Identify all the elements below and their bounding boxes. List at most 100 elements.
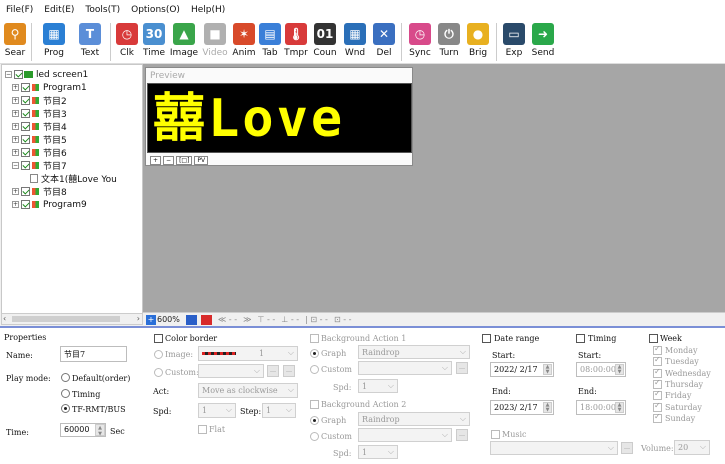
- volume-dropdown[interactable]: 20: [674, 440, 710, 455]
- bg2-graph-dropdown[interactable]: Raindrop: [358, 412, 470, 426]
- end-time-spinner-icon[interactable]: ▲ ▼: [615, 402, 624, 413]
- end-time-input[interactable]: 18:00:00 ▲ ▼: [576, 400, 626, 415]
- collapse-icon[interactable]: −: [5, 71, 12, 78]
- expand-icon[interactable]: +: [12, 110, 19, 117]
- start-date-input[interactable]: 2022/ 2/17 ▲ ▼: [490, 362, 554, 377]
- align-right-icon[interactable]: ≫: [243, 315, 251, 324]
- bg1-browse-button[interactable]: …: [456, 362, 468, 374]
- act-dropdown[interactable]: Move as clockwise: [198, 383, 298, 398]
- toolbar-image-button[interactable]: ▲ Image: [168, 20, 200, 64]
- tree-item[interactable]: + 节目6: [12, 146, 67, 159]
- music-browse-button[interactable]: …: [621, 442, 633, 454]
- fit-button[interactable]: [□]: [176, 156, 193, 165]
- toolbar-brig-button[interactable]: ● Brig: [463, 20, 493, 64]
- checkbox[interactable]: [21, 109, 30, 118]
- height-icon[interactable]: ⊡ - -: [334, 315, 352, 324]
- day-checkbox-friday[interactable]: [653, 389, 662, 401]
- play-icon[interactable]: [200, 314, 212, 325]
- radio-default-order[interactable]: [61, 373, 70, 382]
- tree-item[interactable]: + Program9: [12, 198, 87, 211]
- custom-input[interactable]: [198, 364, 264, 378]
- start-date-spinner-icon[interactable]: ▲ ▼: [543, 364, 552, 375]
- radio-bg1-custom[interactable]: [310, 365, 319, 374]
- align-left-icon[interactable]: ≪ - -: [218, 315, 237, 324]
- radio-image[interactable]: [154, 350, 163, 359]
- pv-button[interactable]: PV: [194, 156, 209, 165]
- end-date-spinner-icon[interactable]: ▲ ▼: [543, 402, 552, 413]
- name-input[interactable]: 节目7: [60, 346, 127, 362]
- music-file-input[interactable]: [490, 441, 618, 455]
- checkbox[interactable]: [21, 135, 30, 144]
- toolbar-sync-button[interactable]: ◷ Sync: [405, 20, 435, 64]
- end-date-input[interactable]: 2023/ 2/17 ▲ ▼: [490, 400, 554, 415]
- toolbar-anim-button[interactable]: ✶ Anim: [230, 20, 258, 64]
- toolbar-clk-button[interactable]: ◷ Clk: [114, 20, 140, 64]
- tree-item[interactable]: + 节目4: [12, 120, 67, 133]
- toolbar-video-button[interactable]: ■ Video: [200, 20, 230, 64]
- radio-timing[interactable]: [61, 389, 70, 398]
- tree-item[interactable]: + 节目8: [12, 185, 67, 198]
- start-time-input[interactable]: 08:00:00 ▲ ▼: [576, 362, 626, 377]
- tree-item[interactable]: + 节目3: [12, 107, 67, 120]
- checkbox[interactable]: [21, 83, 30, 92]
- image-dropdown[interactable]: 1: [198, 346, 298, 361]
- checkbox[interactable]: [21, 148, 30, 157]
- expand-icon[interactable]: +: [12, 188, 19, 195]
- zoom-out-button[interactable]: −: [163, 156, 175, 165]
- toolbar-tab-button[interactable]: ▤ Tab: [258, 20, 282, 64]
- tree-item[interactable]: + 节目2: [12, 94, 67, 107]
- date-range-checkbox[interactable]: [482, 334, 491, 343]
- tree-item[interactable]: + Program1: [12, 81, 87, 94]
- preview-window[interactable]: Preview 囍Love + − [□] PV: [145, 67, 413, 166]
- day-checkbox-tuesday[interactable]: [653, 355, 662, 367]
- menu-help[interactable]: Help(H): [191, 5, 225, 15]
- toolbar-del-button[interactable]: ✕ Del: [370, 20, 398, 64]
- bg-action1-checkbox[interactable]: [310, 334, 319, 343]
- start-time-spinner-icon[interactable]: ▲ ▼: [615, 364, 624, 375]
- toolbar-time-button[interactable]: 30 Time: [140, 20, 168, 64]
- color-border-checkbox[interactable]: [154, 334, 163, 343]
- align-icon[interactable]: [185, 314, 197, 325]
- day-checkbox-saturday[interactable]: [653, 401, 662, 412]
- checkbox[interactable]: [21, 161, 30, 170]
- menu-edit[interactable]: Edit(E): [44, 5, 74, 15]
- canvas-area[interactable]: Preview 囍Love + − [□] PV: [143, 64, 725, 312]
- align-bottom-icon[interactable]: ⊥ - -: [281, 315, 299, 324]
- radio-custom[interactable]: [154, 368, 163, 377]
- day-checkbox-sunday[interactable]: [653, 412, 662, 423]
- week-checkbox[interactable]: [649, 334, 658, 343]
- collapse-icon[interactable]: −: [12, 162, 19, 169]
- expand-icon[interactable]: +: [12, 201, 19, 208]
- radio-bg2-graph[interactable]: [310, 416, 319, 425]
- checkbox[interactable]: [21, 122, 30, 131]
- time-spinner-icon[interactable]: ▲ ▼: [95, 424, 105, 437]
- zoom-plus-icon[interactable]: +: [146, 314, 156, 325]
- toolbar-tmpr-button[interactable]: 🌡 Tmpr: [282, 20, 310, 64]
- scroll-right-icon[interactable]: ›: [137, 314, 140, 323]
- width-icon[interactable]: | ⊡ - -: [305, 315, 328, 324]
- tree-horizontal-scrollbar[interactable]: ‹ ›: [1, 313, 143, 325]
- toolbar-sear-button[interactable]: ⚲ Sear: [2, 20, 28, 64]
- menu-tools[interactable]: Tools(T): [85, 5, 120, 15]
- scroll-left-icon[interactable]: ‹: [3, 314, 6, 323]
- expand-icon[interactable]: +: [12, 84, 19, 91]
- timing-checkbox[interactable]: [576, 334, 585, 343]
- zoom-in-button[interactable]: +: [150, 156, 162, 165]
- checkbox[interactable]: [14, 70, 23, 79]
- toolbar-coun-button[interactable]: 01 Coun: [310, 20, 340, 64]
- custom-color-button[interactable]: …: [283, 365, 295, 377]
- expand-icon[interactable]: +: [12, 123, 19, 130]
- toolbar-wnd-button[interactable]: ▦ Wnd: [340, 20, 370, 64]
- bg1-spd-dropdown[interactable]: 1: [358, 379, 398, 393]
- toolbar-text-button[interactable]: T Text: [73, 20, 107, 64]
- align-top-icon[interactable]: ⊤ - -: [257, 315, 275, 324]
- day-checkbox-thursday[interactable]: [653, 378, 662, 389]
- radio-bg2-custom[interactable]: [310, 432, 319, 441]
- spd-dropdown[interactable]: 1: [198, 403, 236, 418]
- expand-icon[interactable]: +: [12, 97, 19, 104]
- menu-file[interactable]: File(F): [6, 5, 33, 15]
- expand-icon[interactable]: +: [12, 149, 19, 156]
- day-checkbox-monday[interactable]: [653, 344, 662, 355]
- tree-item[interactable]: + 节目5: [12, 133, 67, 146]
- radio-bg1-graph[interactable]: [310, 349, 319, 358]
